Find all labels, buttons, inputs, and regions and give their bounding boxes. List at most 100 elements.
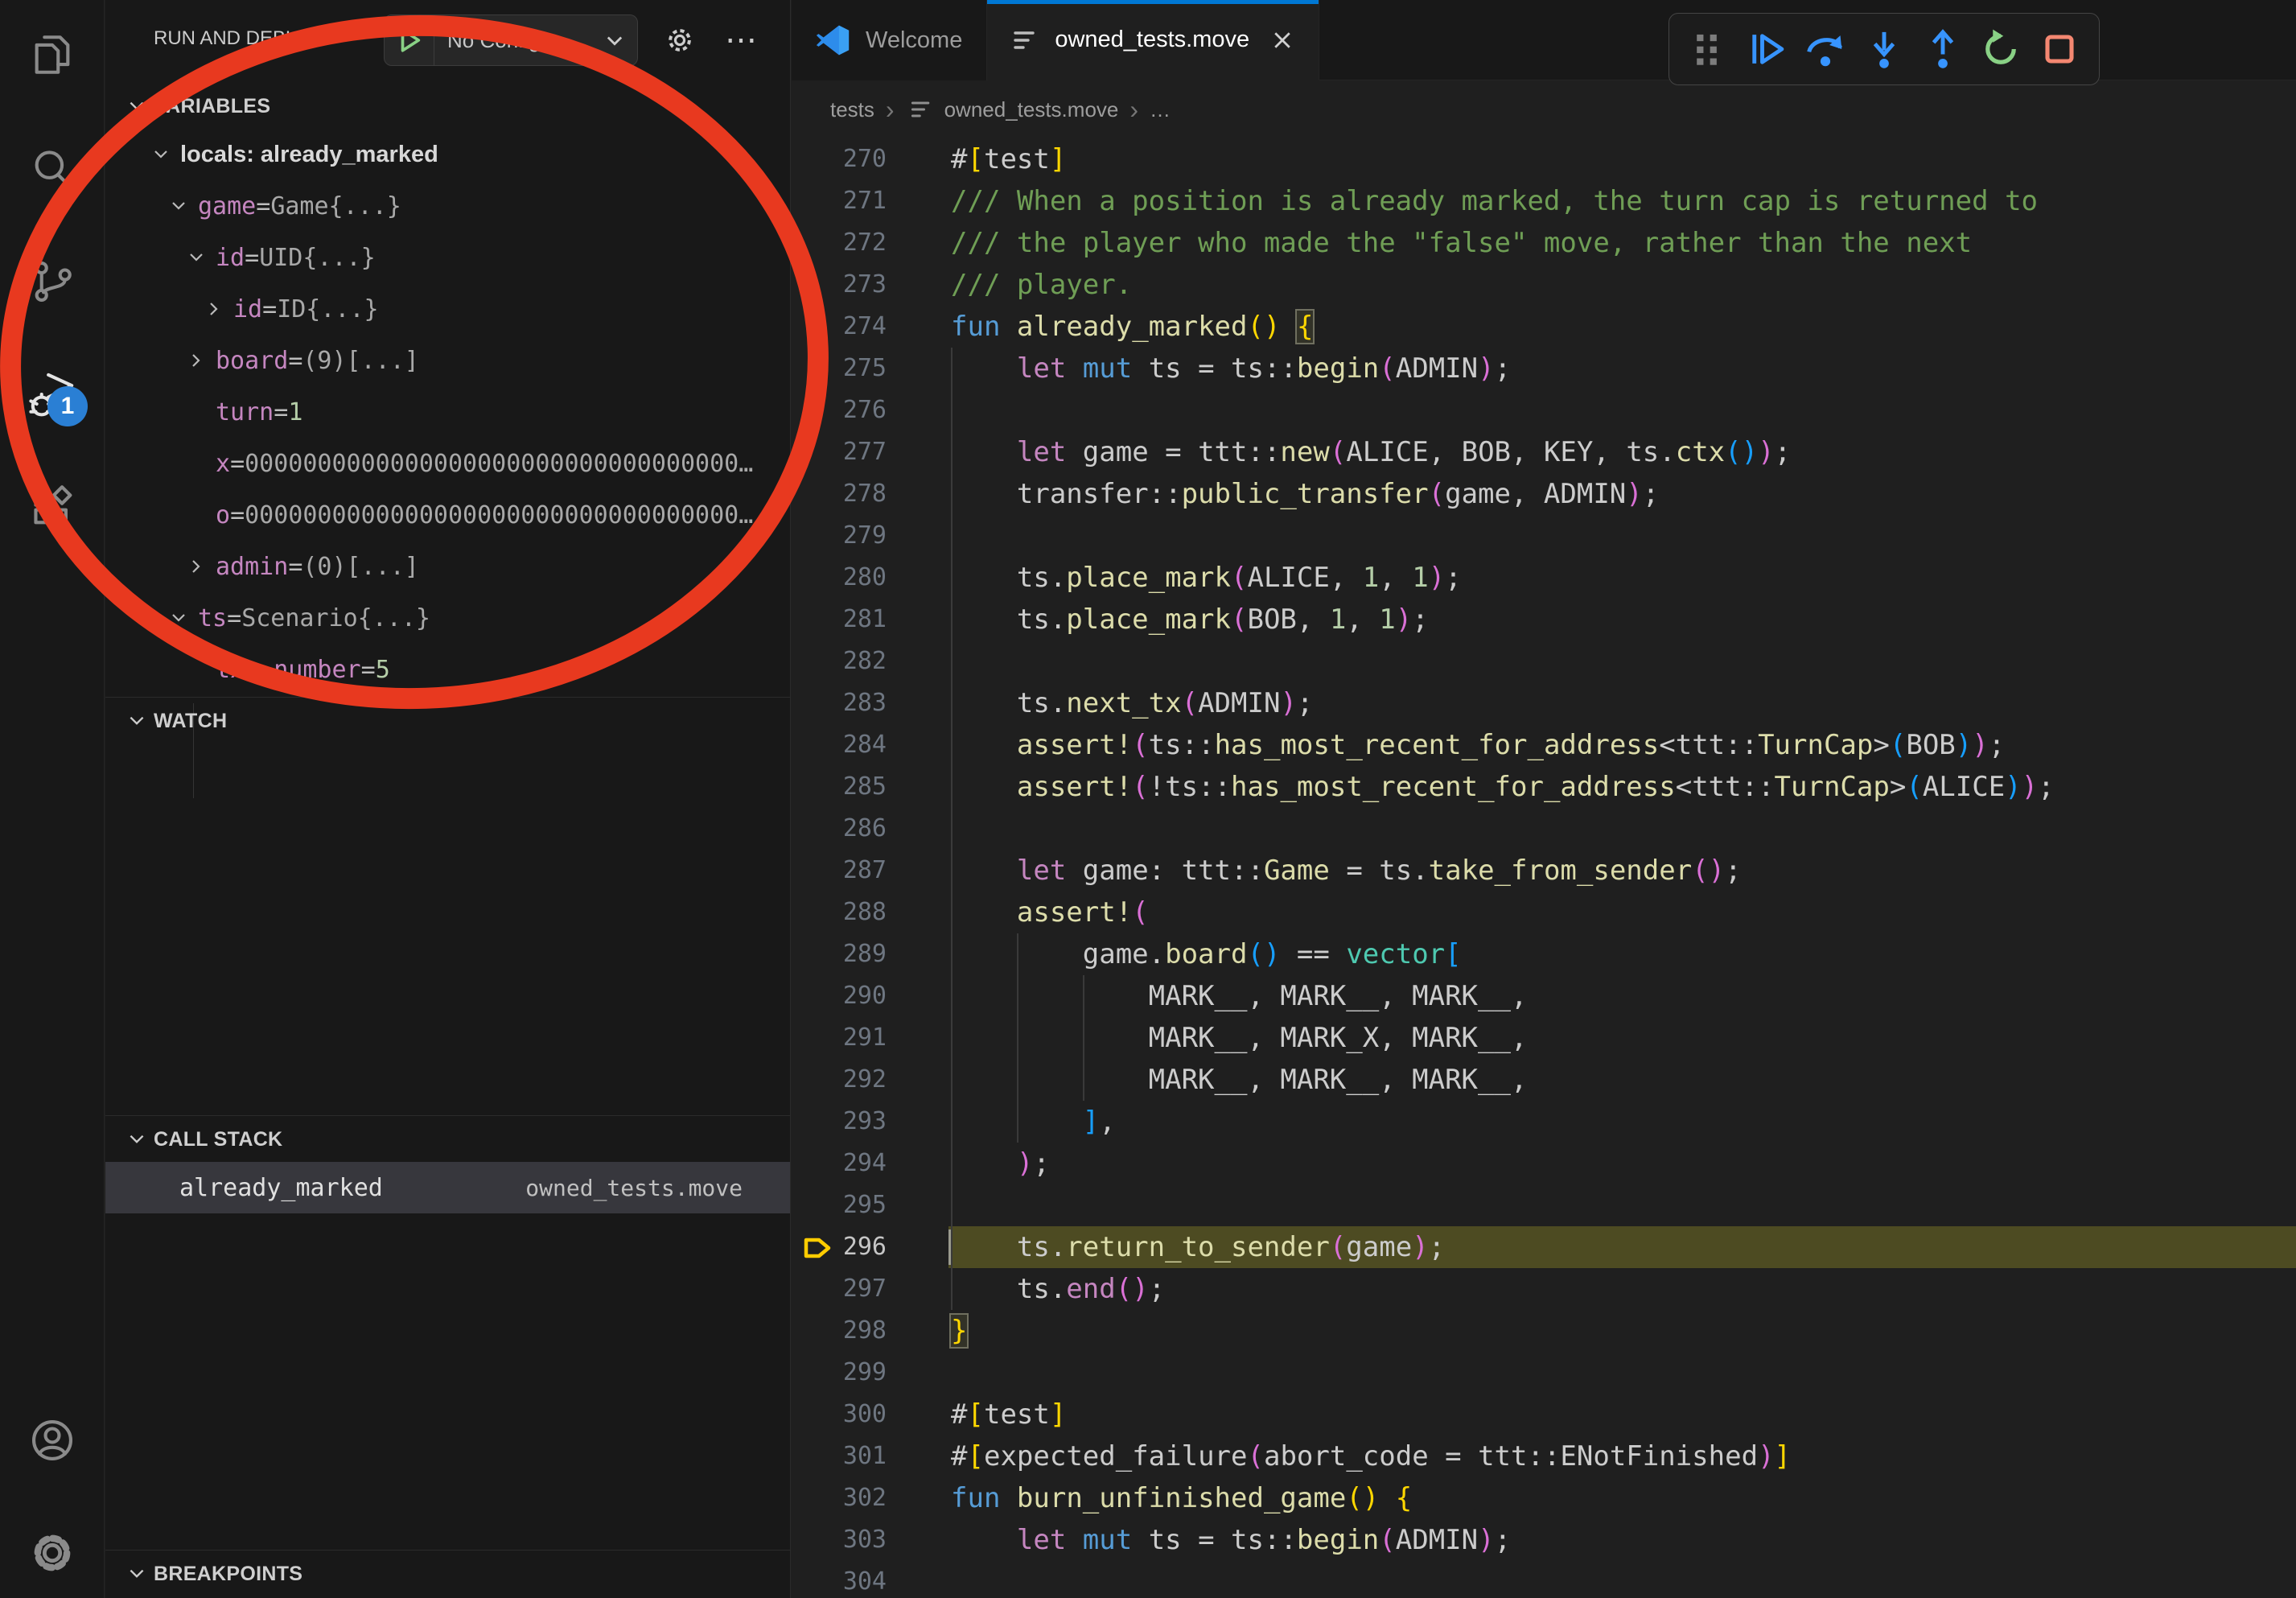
variable-row[interactable]: x = 0000000000000000000000000000000000… (105, 438, 790, 489)
line-number[interactable]: 291 (792, 1017, 887, 1059)
line-number[interactable]: 292 (792, 1059, 887, 1101)
line-number[interactable]: 274 (792, 306, 887, 348)
chevron-right-icon[interactable] (187, 541, 216, 592)
variable-row[interactable]: ts = Scenario{...} (105, 592, 790, 644)
variable-row[interactable]: o = 0000000000000000000000000000000000… (105, 489, 790, 541)
code-line[interactable]: 276 (792, 389, 2296, 431)
stack-frame-row[interactable]: already_marked owned_tests.move (105, 1162, 790, 1213)
more-actions-icon[interactable]: ⋯ (722, 21, 760, 60)
code-line[interactable]: 287 let game: ttt::Game = ts.take_from_s… (792, 850, 2296, 892)
line-number[interactable]: 299 (792, 1352, 887, 1394)
line-number[interactable]: 295 (792, 1184, 887, 1226)
line-number[interactable]: 277 (792, 431, 887, 473)
line-number[interactable]: 281 (792, 599, 887, 640)
close-icon[interactable] (1270, 28, 1294, 52)
chevron-down-icon[interactable] (169, 180, 198, 232)
line-number[interactable]: 286 (792, 808, 887, 850)
line-number[interactable]: 285 (792, 766, 887, 808)
code-line[interactable]: 303 let mut ts = ts::begin(ADMIN); (792, 1519, 2296, 1561)
line-number[interactable]: 271 (792, 180, 887, 222)
line-number[interactable]: 304 (792, 1561, 887, 1598)
breadcrumb-symbol[interactable]: … (1150, 97, 1171, 122)
code-line[interactable]: 297 ts.end(); (792, 1268, 2296, 1310)
line-number[interactable]: 282 (792, 640, 887, 682)
variable-row[interactable]: id = ID{...} (105, 283, 790, 335)
breadcrumb-folder[interactable]: tests (830, 97, 874, 122)
line-number[interactable]: 283 (792, 682, 887, 724)
line-number[interactable]: 288 (792, 892, 887, 933)
code-line[interactable]: 279 (792, 515, 2296, 557)
code-line[interactable]: 277 let game = ttt::new(ALICE, BOB, KEY,… (792, 431, 2296, 473)
code-line[interactable]: 286 (792, 808, 2296, 850)
source-control-icon[interactable] (27, 256, 78, 307)
debug-settings-gear-icon[interactable] (660, 21, 699, 60)
line-number[interactable]: 298 (792, 1310, 887, 1352)
code-line[interactable]: 300#[test] (792, 1394, 2296, 1435)
code-line[interactable]: 281 ts.place_mark(BOB, 1, 1); (792, 599, 2296, 640)
code-line[interactable]: 284 assert!(ts::has_most_recent_for_addr… (792, 724, 2296, 766)
code-line[interactable]: 294 ); (792, 1143, 2296, 1184)
call-stack-section-header[interactable]: CALL STACK Paused on step (105, 1117, 790, 1162)
continue-button[interactable] (1743, 24, 1792, 74)
code-line[interactable]: 278 transfer::public_transfer(game, ADMI… (792, 473, 2296, 515)
line-number[interactable]: 297 (792, 1268, 887, 1310)
line-number[interactable]: 294 (792, 1143, 887, 1184)
line-number[interactable]: 279 (792, 515, 887, 557)
tab-owned-tests-move[interactable]: owned_tests.move (987, 0, 1319, 80)
code-line[interactable]: 285 assert!(!ts::has_most_recent_for_add… (792, 766, 2296, 808)
line-number[interactable]: 290 (792, 975, 887, 1017)
code-line[interactable]: 288 assert!( (792, 892, 2296, 933)
variable-row[interactable]: board = (9)[...] (105, 335, 790, 386)
line-number[interactable]: 301 (792, 1435, 887, 1477)
run-and-debug-icon[interactable]: 1 (27, 369, 78, 420)
code-line[interactable]: 299 (792, 1352, 2296, 1394)
search-icon[interactable] (27, 143, 78, 195)
code-line[interactable]: 295 (792, 1184, 2296, 1226)
line-number[interactable]: 272 (792, 222, 887, 264)
code-line[interactable]: 275 let mut ts = ts::begin(ADMIN); (792, 348, 2296, 389)
explorer-icon[interactable] (27, 29, 78, 80)
variable-row[interactable]: game = Game{...} (105, 180, 790, 232)
drag-grip-icon[interactable] (1684, 24, 1734, 74)
line-number[interactable]: 273 (792, 264, 887, 306)
variable-row[interactable]: admin = (0)[...] (105, 541, 790, 592)
extensions-icon[interactable] (27, 481, 78, 533)
code-line[interactable]: 271/// When a position is already marked… (792, 180, 2296, 222)
variables-section-header[interactable]: VARIABLES (105, 84, 790, 129)
code-line[interactable]: 301#[expected_failure(abort_code = ttt::… (792, 1435, 2296, 1477)
step-over-button[interactable] (1800, 24, 1850, 74)
breadcrumb-file[interactable]: owned_tests.move (944, 97, 1119, 122)
account-icon[interactable] (27, 1415, 78, 1466)
settings-gear-icon[interactable] (27, 1527, 78, 1579)
line-number[interactable]: 276 (792, 389, 887, 431)
stop-button[interactable] (2035, 24, 2084, 74)
line-number[interactable]: 270 (792, 138, 887, 180)
chevron-down-icon[interactable] (187, 232, 216, 283)
tab-welcome[interactable]: Welcome (792, 0, 987, 80)
code-line[interactable]: 304 (792, 1561, 2296, 1598)
line-number[interactable]: 278 (792, 473, 887, 515)
step-out-button[interactable] (1918, 24, 1968, 74)
line-number[interactable]: 303 (792, 1519, 887, 1561)
line-number[interactable]: 289 (792, 933, 887, 975)
code-area[interactable]: 270#[test]271/// When a position is alre… (792, 138, 2296, 1598)
line-number[interactable]: 275 (792, 348, 887, 389)
line-number[interactable]: 293 (792, 1101, 887, 1143)
chevron-right-icon[interactable] (204, 283, 233, 335)
step-into-button[interactable] (1859, 24, 1909, 74)
code-line[interactable]: 283 ts.next_tx(ADMIN); (792, 682, 2296, 724)
code-line[interactable]: 282 (792, 640, 2296, 682)
breakpoints-section-header[interactable]: BREAKPOINTS (105, 1551, 790, 1596)
code-line[interactable]: 298} (792, 1310, 2296, 1352)
variable-row[interactable]: txn_number = 5 (105, 644, 790, 695)
variable-row[interactable]: id = UID{...} (105, 232, 790, 283)
line-number[interactable]: 284 (792, 724, 887, 766)
code-line[interactable]: 273/// player. (792, 264, 2296, 306)
variable-row[interactable]: locals: already_marked (105, 129, 790, 180)
code-line[interactable]: 302fun burn_unfinished_game() { (792, 1477, 2296, 1519)
start-debugging-button[interactable] (385, 15, 434, 65)
line-number[interactable]: 300 (792, 1394, 887, 1435)
debug-config-dropdown[interactable]: No Configur… (384, 14, 638, 66)
variable-row[interactable]: turn = 1 (105, 386, 790, 438)
chevron-down-icon[interactable] (151, 129, 180, 180)
